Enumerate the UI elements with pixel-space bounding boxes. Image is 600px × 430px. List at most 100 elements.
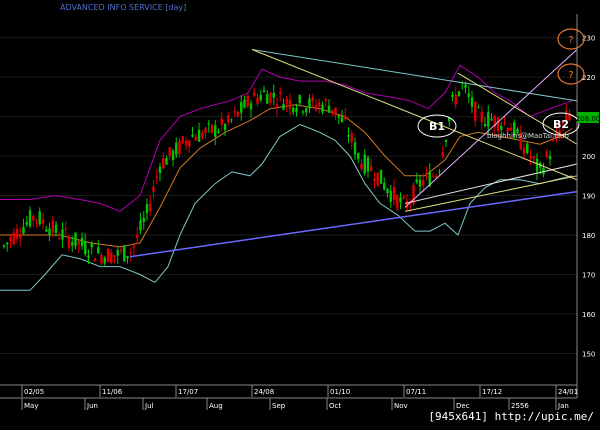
date-tick-label: 24/01 <box>558 388 578 396</box>
candle-body <box>545 151 548 158</box>
month-tick-label: Nov <box>394 402 408 410</box>
candle-body <box>38 211 41 225</box>
candle-body <box>477 107 480 109</box>
candle-body <box>457 91 461 96</box>
candle-body <box>256 97 259 104</box>
candle-body <box>441 152 444 157</box>
last-price-label: 208.00 <box>576 115 600 123</box>
candle-body <box>295 107 298 112</box>
candle-body <box>321 104 324 113</box>
candle-body <box>522 148 526 155</box>
candle-body <box>191 134 194 137</box>
candle-body <box>45 229 48 232</box>
watermark: bloghhihs@MaoTai.club <box>487 132 569 140</box>
candle-body <box>288 99 292 109</box>
date-tick-label: 17/12 <box>482 388 502 396</box>
candle-body <box>402 196 405 199</box>
candle-body <box>197 129 201 142</box>
candle-body <box>370 166 373 171</box>
last-price-badge: 208.00 <box>576 112 600 123</box>
candle-body <box>262 90 266 92</box>
date-tick-label: 11/06 <box>102 388 123 396</box>
candle-body <box>470 97 474 107</box>
candle-body <box>123 245 126 262</box>
candle-body <box>32 215 35 221</box>
candle-body <box>253 92 256 97</box>
candle-body <box>392 186 396 200</box>
candle-body <box>418 179 422 187</box>
candle-body <box>84 241 87 255</box>
candle-body <box>54 224 58 233</box>
candle-body <box>136 234 139 238</box>
candle-body <box>275 104 279 108</box>
candle-body <box>509 128 513 131</box>
candle-body <box>318 102 321 107</box>
candle-body <box>22 227 25 234</box>
candle-body <box>444 140 448 143</box>
candle-body <box>327 105 331 113</box>
candle-body <box>301 111 305 113</box>
candle-body <box>272 93 275 98</box>
candle-body <box>171 150 175 160</box>
candle-body <box>188 140 191 147</box>
candle-body <box>331 109 334 113</box>
candle-body <box>6 242 9 244</box>
candle-body <box>28 210 32 227</box>
candle-body <box>480 111 483 122</box>
candle-body <box>113 255 116 257</box>
candle-body <box>305 108 308 113</box>
candle-body <box>119 249 123 252</box>
candle-body <box>243 99 246 108</box>
candle-body <box>548 156 552 160</box>
candle-body <box>529 156 532 159</box>
candle-body <box>15 228 19 239</box>
candle-body <box>506 128 509 132</box>
candle-body <box>162 158 165 169</box>
date-tick-label: 02/05 <box>24 388 44 396</box>
candle-body <box>217 131 220 133</box>
candle-body <box>552 140 555 142</box>
candle-body <box>532 156 535 159</box>
candle-body <box>93 258 97 262</box>
candle-body <box>259 94 262 101</box>
candle-body <box>155 176 158 178</box>
candle-body <box>500 125 503 130</box>
candle-body <box>168 147 171 156</box>
candle-body <box>74 232 77 247</box>
candle-body <box>363 154 366 174</box>
candle-body <box>454 94 457 105</box>
month-tick-label: Jan <box>557 402 569 410</box>
candle-body <box>201 132 204 139</box>
candle-body <box>347 135 350 137</box>
candle-body <box>165 158 168 165</box>
candle-body <box>535 158 539 172</box>
candle-body <box>41 219 45 224</box>
candle-body <box>80 237 84 246</box>
candle-body <box>61 229 64 240</box>
candle-body <box>90 243 93 248</box>
candle-body <box>230 119 233 121</box>
month-tick-label: Jun <box>86 402 98 410</box>
candle-body <box>249 103 253 110</box>
candle-body <box>279 92 282 95</box>
candle-body <box>9 237 12 242</box>
y-tick-label: 160 <box>582 311 595 319</box>
candle-body <box>353 142 357 155</box>
candle-body <box>360 163 363 170</box>
candle-body <box>139 220 142 231</box>
candle-body <box>210 124 214 133</box>
candle-body <box>67 237 71 248</box>
date-tick-label: 07/11 <box>406 388 426 396</box>
candle-body <box>64 228 67 230</box>
candle-body <box>178 140 181 154</box>
candle-body <box>357 153 360 159</box>
candle-body <box>25 221 28 225</box>
candle-body <box>383 182 386 190</box>
candle-body <box>126 255 129 259</box>
y-tick-label: 150 <box>582 350 595 358</box>
y-tick-label: 190 <box>582 193 595 201</box>
candle-body <box>311 97 314 102</box>
candle-body <box>220 118 223 125</box>
candle-body <box>51 220 54 233</box>
candle-body <box>350 133 353 143</box>
